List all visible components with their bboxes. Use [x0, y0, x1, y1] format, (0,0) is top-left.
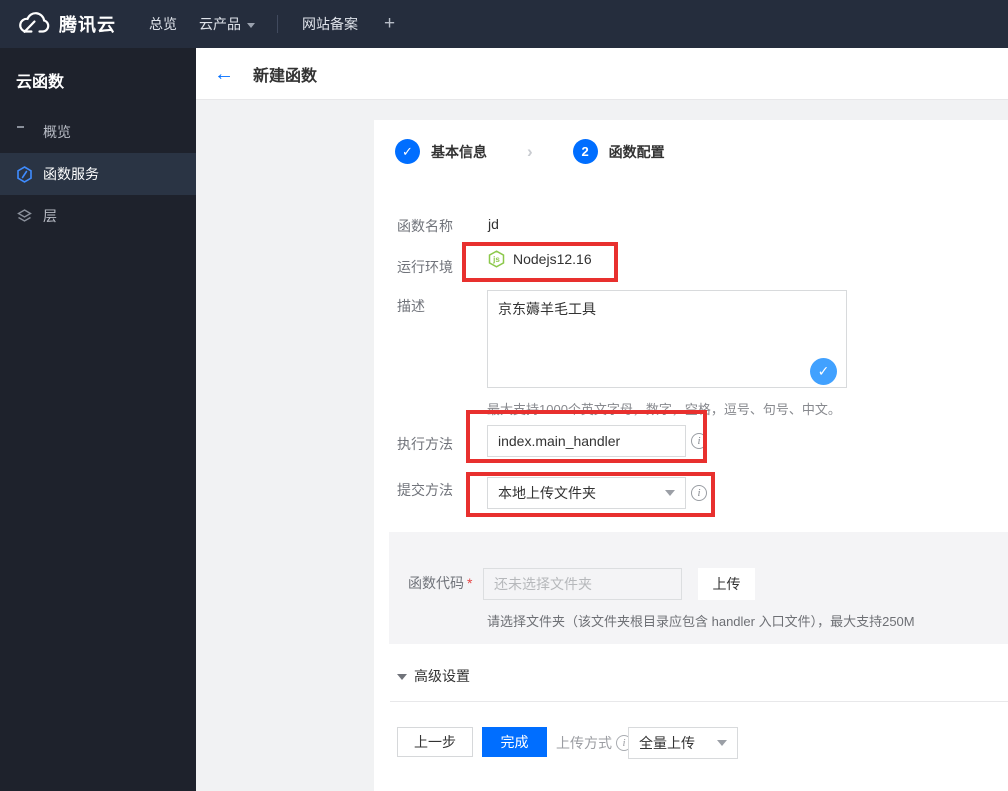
sidebar: 云函数 概览 函数服务 层	[0, 48, 196, 791]
layers-icon	[16, 208, 33, 225]
runtime-value-row: js Nodejs12.16	[488, 250, 592, 268]
navbar-divider	[277, 15, 278, 33]
tencent-cloud-logo[interactable]: 腾讯云	[14, 11, 116, 37]
finish-button[interactable]: 完成	[482, 727, 547, 757]
overview-grid-icon	[16, 124, 33, 141]
function-name-label: 函数名称	[397, 218, 453, 234]
submit-method-value: 本地上传文件夹	[498, 485, 596, 501]
footer-divider	[390, 701, 1008, 702]
function-code-label: 函数代码 *	[408, 573, 472, 593]
sidebar-item-label: 层	[43, 208, 57, 224]
new-function-panel: ✓ 基本信息 › 2 函数配置 函数名称 jd 运行环境 js Nodejs12…	[374, 120, 1008, 791]
submit-method-select[interactable]: 本地上传文件夹	[487, 477, 686, 509]
step-chevron-icon: ›	[527, 141, 533, 161]
function-code-label-text: 函数代码	[408, 575, 464, 591]
select-caret-icon	[717, 740, 727, 746]
content-area: ✓ 基本信息 › 2 函数配置 函数名称 jd 运行环境 js Nodejs12…	[196, 100, 1008, 791]
svg-text:js: js	[492, 255, 500, 264]
handler-input[interactable]	[487, 425, 686, 457]
upload-button[interactable]: 上传	[698, 568, 755, 600]
function-hexagon-icon	[16, 165, 33, 183]
sidebar-menu: 概览 函数服务 层	[0, 111, 196, 237]
runtime-label: 运行环境	[397, 259, 453, 275]
nav-item-website-record[interactable]: 网站备案	[302, 14, 358, 34]
triangle-down-icon	[397, 673, 407, 680]
page-header: ← 新建函数	[196, 48, 1008, 100]
submit-method-info-icon[interactable]: i	[691, 485, 707, 501]
upload-mode-value: 全量上传	[639, 735, 695, 751]
step2-number: 2	[572, 139, 598, 164]
select-caret-icon	[665, 490, 675, 496]
folder-path-input[interactable]	[483, 568, 682, 600]
sidebar-item-overview[interactable]: 概览	[0, 111, 196, 153]
prev-step-button[interactable]: 上一步	[397, 727, 473, 757]
advanced-settings-toggle[interactable]: 高级设置	[397, 666, 470, 686]
sidebar-item-label: 概览	[43, 124, 71, 140]
sidebar-item-label: 函数服务	[43, 166, 99, 182]
upload-mode-label: 上传方式	[556, 735, 612, 751]
nav-item-cloud-products[interactable]: 云产品	[199, 14, 255, 34]
sidebar-item-layers[interactable]: 层	[0, 195, 196, 237]
handler-info-icon[interactable]: i	[691, 433, 707, 449]
back-arrow-icon[interactable]: ←	[214, 64, 234, 84]
nodejs-icon: js	[488, 250, 505, 268]
handler-label: 执行方法	[397, 436, 453, 452]
function-name-value: jd	[488, 216, 499, 232]
function-code-section: 函数代码* 上传 请选择文件夹（该文件夹根目录应包含 handler 入口文件）…	[389, 532, 1008, 644]
function-code-note: 请选择文件夹（该文件夹根目录应包含 handler 入口文件），最大支持250M	[487, 614, 915, 629]
required-asterisk: *	[467, 575, 473, 591]
brand-name: 腾讯云	[59, 15, 116, 35]
step1-label: 基本信息	[431, 143, 487, 160]
description-textarea[interactable]: 京东薅羊毛工具	[487, 290, 847, 388]
description-valid-check-icon: ✓	[810, 358, 837, 385]
description-hint: 最大支持1000个英文字母，数字，空格，逗号、句号、中文。	[487, 402, 841, 417]
chevron-down-icon	[247, 22, 255, 28]
nav-item-overview[interactable]: 总览	[149, 14, 177, 34]
sidebar-title: 云函数	[16, 74, 65, 91]
page-title: 新建函数	[253, 67, 318, 85]
step-indicator: ✓ 基本信息 › 2 函数配置	[395, 139, 665, 164]
sidebar-item-function-service[interactable]: 函数服务	[0, 153, 196, 195]
description-label: 描述	[397, 298, 425, 314]
runtime-value: Nodejs12.16	[513, 251, 592, 267]
top-navbar: 腾讯云 总览 云产品 网站备案 +	[0, 0, 1008, 48]
nav-item-cloud-products-label: 云产品	[199, 16, 241, 32]
step1-done-check-icon: ✓	[395, 139, 420, 164]
cloud-logo-icon	[19, 12, 50, 33]
add-tab-icon[interactable]: +	[384, 13, 395, 35]
upload-mode-select[interactable]: 全量上传	[628, 727, 738, 759]
upload-mode-row: 上传方式 i	[556, 733, 632, 753]
step2-label: 函数配置	[608, 143, 665, 160]
advanced-settings-label: 高级设置	[414, 668, 470, 684]
submit-method-label: 提交方法	[397, 482, 453, 498]
